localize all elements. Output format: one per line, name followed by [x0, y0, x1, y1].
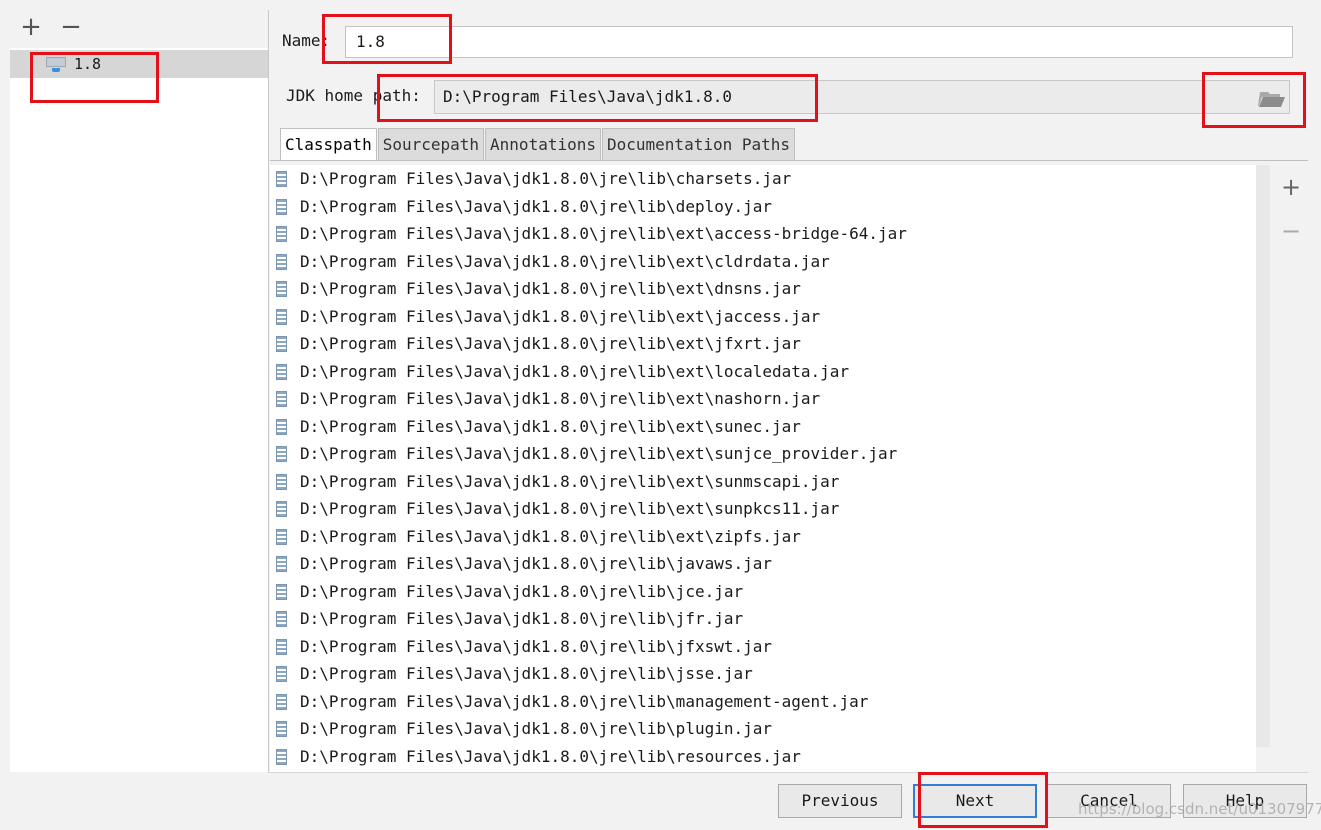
classpath-row[interactable]: D:\Program Files\Java\jdk1.8.0\jre\lib\j… [270, 633, 1256, 661]
add-path-button[interactable]: + [1278, 172, 1304, 202]
classpath-row[interactable]: D:\Program Files\Java\jdk1.8.0\jre\lib\d… [270, 193, 1256, 221]
classpath-row[interactable]: D:\Program Files\Java\jdk1.8.0\jre\lib\e… [270, 303, 1256, 331]
classpath-row[interactable]: D:\Program Files\Java\jdk1.8.0\jre\lib\j… [270, 605, 1256, 633]
classpath-entry-text: D:\Program Files\Java\jdk1.8.0\jre\lib\e… [300, 361, 850, 381]
classpath-entry-text: D:\Program Files\Java\jdk1.8.0\jre\lib\e… [300, 471, 840, 491]
classpath-row[interactable]: D:\Program Files\Java\jdk1.8.0\jre\lib\r… [270, 743, 1256, 771]
classpath-list[interactable]: D:\Program Files\Java\jdk1.8.0\jre\lib\c… [270, 165, 1256, 772]
jar-icon [276, 501, 287, 517]
annotation-box-jdk-path [377, 74, 818, 122]
jar-icon [276, 528, 287, 545]
tab-sourcepath[interactable]: Sourcepath [377, 128, 485, 160]
classpath-entry-text: D:\Program Files\Java\jdk1.8.0\jre\lib\e… [300, 499, 840, 518]
classpath-row[interactable]: D:\Program Files\Java\jdk1.8.0\jre\lib\e… [270, 523, 1256, 551]
classpath-row[interactable]: D:\Program Files\Java\jdk1.8.0\jre\lib\e… [270, 275, 1256, 303]
classpath-row[interactable]: D:\Program Files\Java\jdk1.8.0\jre\lib\e… [270, 248, 1256, 276]
sdk-toolbar: + − [0, 0, 268, 48]
classpath-entry-text: D:\Program Files\Java\jdk1.8.0\jre\lib\e… [300, 416, 801, 436]
classpath-entry-text: D:\Program Files\Java\jdk1.8.0\jre\lib\e… [300, 526, 801, 546]
jar-icon [276, 721, 287, 737]
classpath-row[interactable]: D:\Program Files\Java\jdk1.8.0\jre\lib\e… [270, 220, 1256, 248]
tab-divider [270, 160, 1308, 161]
classpath-entry-text: D:\Program Files\Java\jdk1.8.0\jre\lib\e… [300, 389, 821, 408]
classpath-entry-text: D:\Program Files\Java\jdk1.8.0\jre\lib\e… [300, 251, 830, 271]
annotation-box-sdk [30, 52, 159, 103]
classpath-row[interactable]: D:\Program Files\Java\jdk1.8.0\jre\lib\e… [270, 358, 1256, 386]
jar-icon [276, 336, 287, 352]
jar-icon [276, 611, 287, 627]
annotation-box-name [322, 14, 452, 64]
classpath-entry-text: D:\Program Files\Java\jdk1.8.0\jre\lib\c… [300, 169, 792, 188]
tab-documentation-paths[interactable]: Documentation Paths [602, 128, 796, 160]
tab-bar: Classpath Sourcepath Annotations Documen… [280, 128, 796, 160]
content-divider [268, 772, 1308, 773]
jar-icon [276, 473, 287, 490]
classpath-entry-text: D:\Program Files\Java\jdk1.8.0\jre\lib\e… [300, 279, 801, 298]
jar-icon [276, 666, 287, 682]
classpath-row[interactable]: D:\Program Files\Java\jdk1.8.0\jre\lib\j… [270, 578, 1256, 606]
jar-icon [276, 583, 287, 600]
classpath-row[interactable]: D:\Program Files\Java\jdk1.8.0\jre\lib\m… [270, 688, 1256, 716]
jar-icon [276, 226, 287, 242]
jar-icon [276, 693, 287, 710]
remove-path-button[interactable]: − [1278, 216, 1304, 246]
remove-sdk-button[interactable]: − [56, 12, 86, 42]
name-input[interactable]: 1.8 [345, 26, 1293, 58]
classpath-row[interactable]: D:\Program Files\Java\jdk1.8.0\jre\lib\e… [270, 468, 1256, 496]
jar-icon [276, 253, 287, 270]
tab-annotations[interactable]: Annotations [485, 128, 601, 160]
classpath-entry-text: D:\Program Files\Java\jdk1.8.0\jre\lib\r… [300, 746, 801, 766]
classpath-entry-text: D:\Program Files\Java\jdk1.8.0\jre\lib\j… [300, 664, 753, 683]
jar-icon [276, 308, 287, 325]
classpath-row[interactable]: D:\Program Files\Java\jdk1.8.0\jre\lib\e… [270, 495, 1256, 523]
tab-classpath[interactable]: Classpath [280, 128, 377, 160]
previous-button[interactable]: Previous [778, 784, 902, 818]
classpath-entry-text: D:\Program Files\Java\jdk1.8.0\jre\lib\j… [300, 636, 773, 656]
classpath-entry-text: D:\Program Files\Java\jdk1.8.0\jre\lib\j… [300, 554, 773, 573]
jar-icon [276, 171, 287, 187]
jar-icon [276, 556, 287, 572]
classpath-entry-text: D:\Program Files\Java\jdk1.8.0\jre\lib\p… [300, 719, 773, 738]
jar-icon [276, 638, 287, 655]
classpath-entry-text: D:\Program Files\Java\jdk1.8.0\jre\lib\j… [300, 581, 744, 601]
classpath-entry-text: D:\Program Files\Java\jdk1.8.0\jre\lib\e… [300, 444, 898, 463]
classpath-row[interactable]: D:\Program Files\Java\jdk1.8.0\jre\lib\j… [270, 660, 1256, 688]
classpath-row[interactable]: D:\Program Files\Java\jdk1.8.0\jre\lib\c… [270, 165, 1256, 193]
jar-icon [276, 281, 287, 297]
sdk-list: 1.8 [10, 48, 268, 772]
jar-icon [276, 446, 287, 462]
panel-divider [268, 10, 269, 772]
classpath-row[interactable]: D:\Program Files\Java\jdk1.8.0\jre\lib\p… [270, 715, 1256, 743]
jar-icon [276, 198, 287, 215]
annotation-box-browse [1202, 72, 1306, 128]
watermark-text: https://blog.csdn.net/u013079773 [1078, 800, 1321, 818]
add-sdk-button[interactable]: + [16, 12, 46, 42]
classpath-entry-text: D:\Program Files\Java\jdk1.8.0\jre\lib\e… [300, 306, 821, 326]
classpath-entry-text: D:\Program Files\Java\jdk1.8.0\jre\lib\e… [300, 334, 801, 353]
classpath-entry-text: D:\Program Files\Java\jdk1.8.0\jre\lib\d… [300, 196, 773, 216]
jar-icon [276, 748, 287, 765]
classpath-entry-text: D:\Program Files\Java\jdk1.8.0\jre\lib\j… [300, 609, 744, 628]
classpath-scrollbar[interactable] [1256, 165, 1270, 747]
classpath-entry-text: D:\Program Files\Java\jdk1.8.0\jre\lib\e… [300, 224, 907, 243]
classpath-row[interactable]: D:\Program Files\Java\jdk1.8.0\jre\lib\e… [270, 385, 1256, 413]
classpath-row[interactable]: D:\Program Files\Java\jdk1.8.0\jre\lib\e… [270, 413, 1256, 441]
classpath-row[interactable]: D:\Program Files\Java\jdk1.8.0\jre\lib\j… [270, 550, 1256, 578]
jar-icon [276, 391, 287, 407]
classpath-row[interactable]: D:\Program Files\Java\jdk1.8.0\jre\lib\e… [270, 440, 1256, 468]
classpath-entry-text: D:\Program Files\Java\jdk1.8.0\jre\lib\m… [300, 691, 869, 711]
jar-icon [276, 418, 287, 435]
jar-icon [276, 363, 287, 380]
annotation-box-next [918, 772, 1048, 828]
classpath-row[interactable]: D:\Program Files\Java\jdk1.8.0\jre\lib\e… [270, 330, 1256, 358]
